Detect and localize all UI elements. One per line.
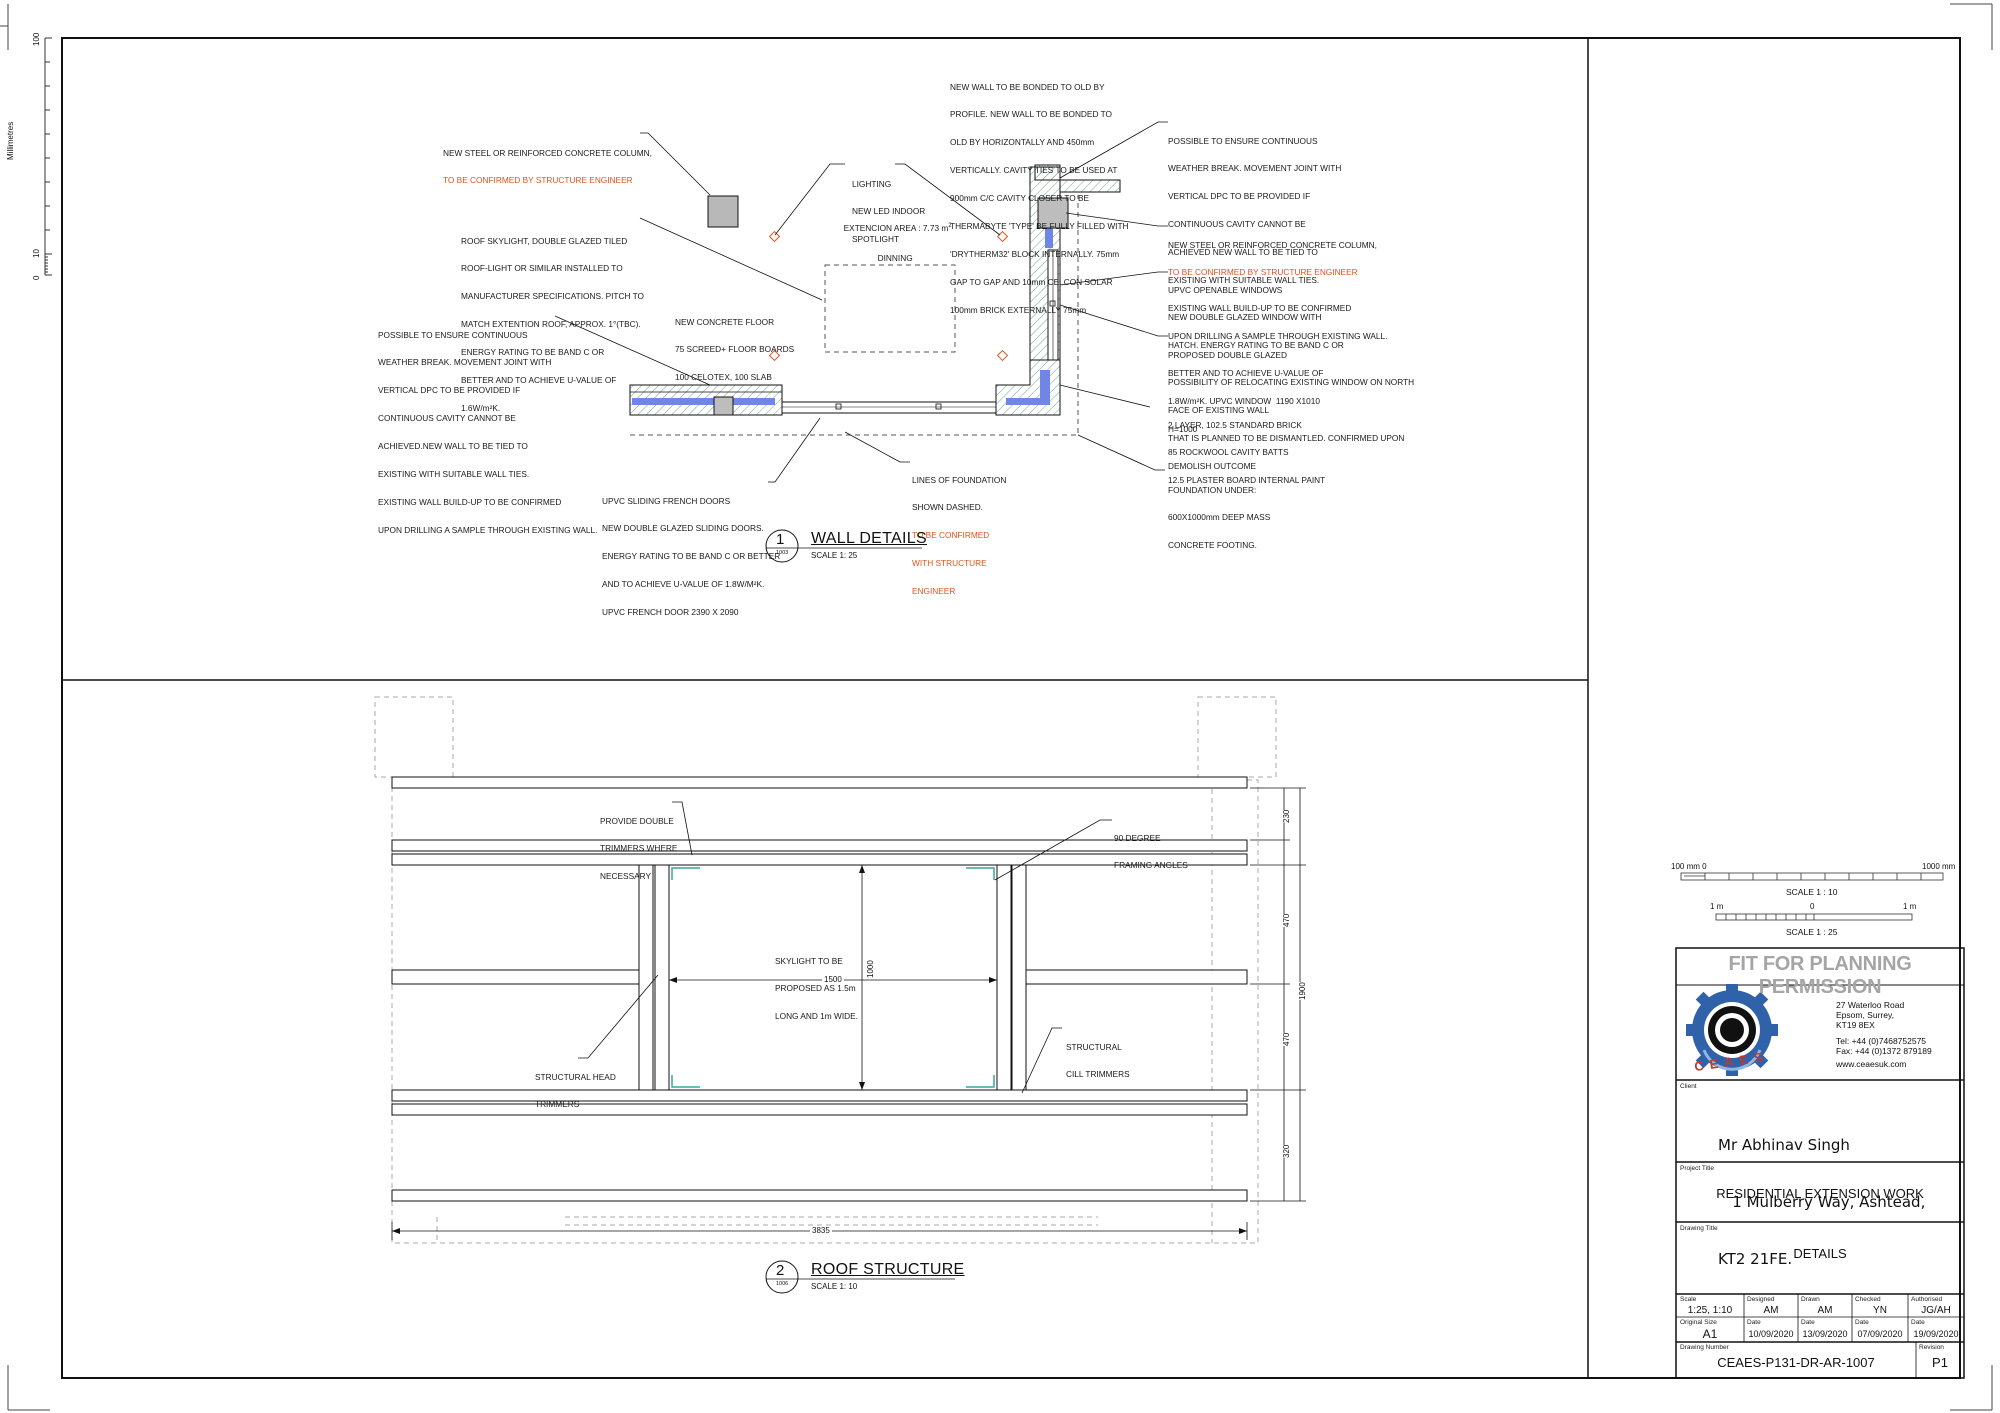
note-floor: NEW CONCRETE FLOOR 75 SCREED+ FLOOR BOAR… [675, 316, 795, 383]
skylight-outline [824, 264, 956, 353]
column-left-plan [713, 396, 734, 416]
scale-label: Scale [1680, 1296, 1697, 1303]
date-1-value: 10/09/2020 [1748, 1329, 1794, 1339]
scale-value: 1:25, 1:10 [1687, 1305, 1733, 1316]
scale-10-right-label: 1000 mm [1922, 862, 1956, 871]
note-lighting: LIGHTING NEW LED INDOOR SPOTLIGHT [852, 178, 926, 245]
client-label: Client [1680, 1083, 1697, 1090]
scale-bar-1to25 [1715, 913, 1913, 921]
date-4-label: Date [1911, 1319, 1925, 1326]
ruler-tick-100: 100 [32, 32, 41, 46]
drawn-label: Drawn [1801, 1296, 1820, 1303]
dim-470-b: 470 [1282, 1032, 1291, 1046]
note-new-wall: NEW WALL TO BE BONDED TO OLD BY PROFILE.… [950, 81, 1129, 315]
drawing-title: DETAILS [1793, 1246, 1847, 1261]
date-3-label: Date [1855, 1319, 1869, 1326]
project-title: RESIDENTIAL EXTENSION WORK [1716, 1186, 1924, 1201]
company-web: www.ceaesuk.com [1836, 1059, 1907, 1069]
wall-details-scale: SCALE 1: 25 [811, 551, 858, 560]
wall-details-title: WALL DETAILS [811, 530, 927, 547]
authorised-label: Authorised [1911, 1296, 1943, 1303]
original-size-label: Original Size [1680, 1319, 1717, 1326]
scale-25-right-label: 1 m [1903, 902, 1917, 911]
note-roof-trimmers: PROVIDE DOUBLE TRIMMERS WHERE NECESSARY [600, 815, 678, 882]
drawing-number-label: Drawing Number [1680, 1344, 1729, 1351]
dim-3835: 3835 [810, 1226, 832, 1235]
scale-bar-1to10 [1680, 872, 1944, 881]
drawn-value: AM [1817, 1305, 1833, 1316]
roof-structure-title: ROOF STRUCTURE [811, 1261, 965, 1278]
drawing-number-value: CEAES-P131-DR-AR-1007 [1717, 1355, 1875, 1370]
date-4-value: 19/09/2020 [1913, 1329, 1959, 1339]
revision-value: P1 [1932, 1355, 1948, 1370]
date-3-value: 07/09/2020 [1857, 1329, 1903, 1339]
dim-320: 320 [1282, 1144, 1291, 1158]
dim-230: 230 [1282, 809, 1291, 823]
note-french-doors: UPVC SLIDING FRENCH DOORS NEW DOUBLE GLA… [602, 495, 781, 618]
original-size-value: A1 [1702, 1327, 1718, 1341]
drawing-title-label: Drawing Title [1680, 1225, 1718, 1232]
ruler-unit-label: Millimetres [6, 121, 15, 160]
roof-structure-scale: SCALE 1: 10 [811, 1282, 858, 1291]
designed-label: Designed [1747, 1296, 1775, 1303]
ruler-tick-10: 10 [32, 249, 41, 258]
dim-1500: 1500 [822, 975, 844, 984]
date-1-label: Date [1747, 1319, 1761, 1326]
scale-25-caption: SCALE 1 : 25 [1786, 927, 1838, 937]
date-2-value: 13/09/2020 [1802, 1329, 1848, 1339]
section-ref-2: 1006 [776, 1281, 789, 1287]
column-left-standalone [707, 195, 739, 228]
scale-10-caption: SCALE 1 : 10 [1786, 887, 1838, 897]
dim-1900: 1900 [1298, 982, 1307, 1000]
authorised-value: JG/AH [1921, 1305, 1951, 1316]
note-foundation-under: FOUNDATION UNDER: 600X1000mm DEEP MASS C… [1168, 484, 1271, 551]
scale-25-mid-label: 0 [1810, 902, 1815, 911]
note-weather-left: POSSIBLE TO ENSURE CONTINUOUS WEATHER BR… [378, 329, 598, 535]
section-number-1: 1 [776, 531, 785, 548]
extension-area-label: EXTENCION AREA : 7.73 m2 [843, 223, 952, 234]
company-tel: Tel: +44 (0)7468752575 [1836, 1036, 1927, 1046]
room-label-dinning: DINNING [877, 253, 913, 264]
note-roof-framing: 90 DEGREE FRAMING ANGLES [1114, 832, 1188, 871]
scale-10-left-label: 100 mm 0 [1671, 862, 1707, 871]
section-number-2: 2 [776, 1262, 785, 1279]
company-fax: Fax: +44 (0)1372 879189 [1836, 1046, 1932, 1056]
note-roof-skylight: SKYLIGHT TO BE PROPOSED AS 1.5m LONG AND… [775, 955, 858, 1022]
checked-label: Checked [1855, 1296, 1881, 1303]
dim-1000: 1000 [866, 960, 875, 978]
note-column-left: NEW STEEL OR REINFORCED CONCRETE COLUMN,… [443, 147, 652, 186]
planning-banner: FIT FOR PLANNING PERMISSION [1728, 953, 1912, 998]
date-2-label: Date [1801, 1319, 1815, 1326]
french-door [781, 401, 997, 414]
scale-25-left-label: 1 m [1710, 902, 1724, 911]
ruler-tick-0: 0 [32, 275, 41, 280]
designed-value: AM [1763, 1305, 1779, 1316]
note-roof-cill-trimmers: STRUCTURAL CILL TRIMMERS [1066, 1041, 1130, 1080]
dim-470-a: 470 [1282, 913, 1291, 927]
project-title-label: Project Title [1680, 1165, 1714, 1172]
note-roof-head-trimmers: STRUCTURAL HEAD TRIMMERS [535, 1071, 616, 1110]
section-ref-1: 1003 [776, 550, 789, 556]
company-address: 27 Waterloo Road Epsom, Surrey, KT19 8EX… [1836, 1000, 1932, 1069]
revision-label: Revision [1919, 1344, 1944, 1351]
checked-value: YN [1873, 1305, 1887, 1316]
mm-ruler [44, 37, 52, 276]
